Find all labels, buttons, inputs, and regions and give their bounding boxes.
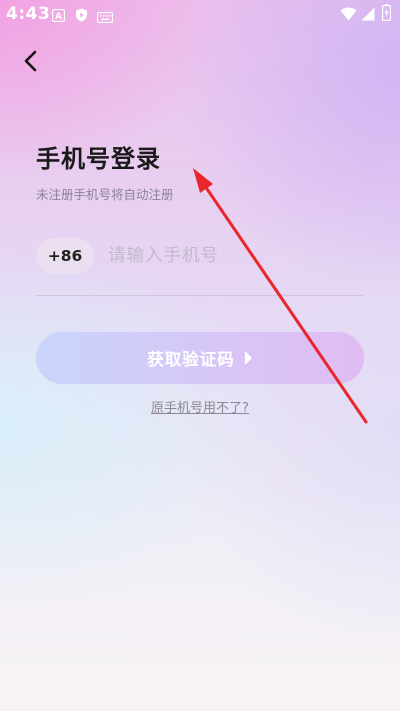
chevron-right-icon bbox=[243, 351, 253, 365]
country-code-selector[interactable]: +86 bbox=[36, 238, 94, 274]
chevron-left-icon bbox=[23, 50, 39, 72]
phone-unavailable-link[interactable]: 原手机号用不了? bbox=[0, 397, 400, 416]
keyboard-icon bbox=[97, 8, 113, 27]
back-button[interactable] bbox=[14, 44, 48, 78]
wifi-icon bbox=[340, 6, 357, 25]
input-divider bbox=[36, 295, 364, 296]
get-code-label: 获取验证码 bbox=[147, 346, 235, 370]
status-bar: 4:43 A bbox=[0, 0, 400, 28]
svg-text:A: A bbox=[55, 12, 62, 22]
page-subtitle: 未注册手机号将自动注册 bbox=[36, 184, 174, 203]
phone-number-input[interactable] bbox=[108, 240, 358, 272]
battery-charging-icon bbox=[382, 4, 391, 25]
play-protect-icon bbox=[75, 7, 88, 26]
page-title: 手机号登录 bbox=[36, 139, 161, 174]
status-time: 4:43 bbox=[6, 4, 50, 24]
accessibility-a-icon: A bbox=[52, 7, 65, 26]
signal-icon bbox=[361, 6, 375, 25]
country-code-label: +86 bbox=[48, 247, 83, 265]
get-verification-code-button[interactable]: 获取验证码 bbox=[36, 332, 364, 384]
